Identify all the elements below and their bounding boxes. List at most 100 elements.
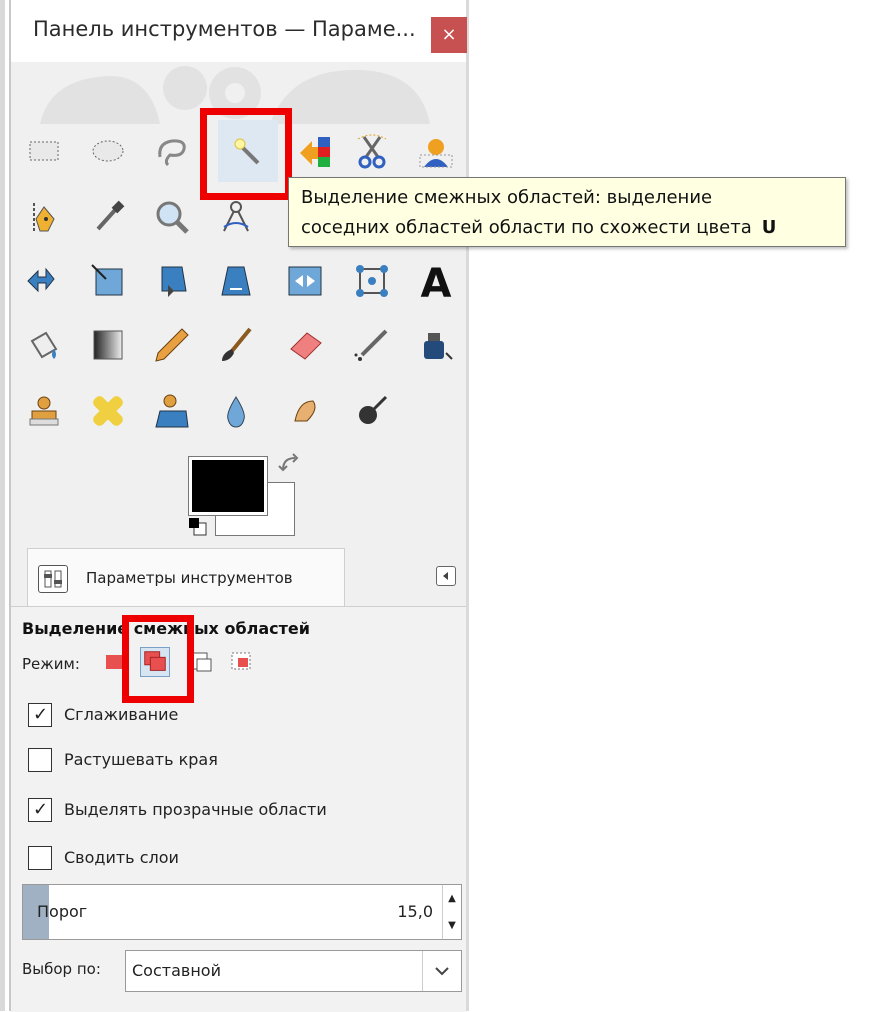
panel-divider[interactable]: [466, 0, 469, 1011]
align-icon: [91, 264, 123, 296]
tool-foreground-select[interactable]: [413, 128, 459, 174]
options-title: Выделение смежных областей: [22, 619, 310, 638]
feather-edges-label: Растушевать края: [64, 750, 218, 769]
tool-eraser[interactable]: [282, 322, 328, 368]
tool-heal[interactable]: [85, 388, 131, 434]
tool-shear[interactable]: [349, 258, 395, 304]
swap-colors-icon[interactable]: [277, 452, 303, 478]
tab-menu-button[interactable]: [436, 566, 456, 586]
measure-icon: [223, 201, 249, 232]
antialiasing-checkbox[interactable]: ✓: [28, 703, 52, 727]
antialiasing-label: Сглаживание: [64, 705, 179, 724]
free-select-icon: [158, 139, 186, 167]
tool-ellipse-select[interactable]: [85, 128, 131, 174]
color-picker-icon: [96, 200, 125, 231]
tool-fuzzy-select[interactable]: [218, 120, 278, 182]
mode-intersect-icon: [231, 652, 251, 670]
tool-text[interactable]: A: [413, 258, 459, 304]
mode-replace-icon: [106, 655, 128, 669]
ellipse-select-icon: [92, 140, 124, 162]
select-by-dropdown[interactable]: Составной: [125, 950, 462, 992]
wilber-logo-icon: [40, 66, 430, 124]
move-icon: [27, 267, 55, 293]
mode-label: Режим:: [22, 655, 80, 673]
mode-intersect-button[interactable]: [228, 647, 258, 677]
default-colors-icon[interactable]: [187, 516, 209, 538]
tool-bucket-fill[interactable]: [21, 322, 67, 368]
close-button[interactable]: ×: [431, 17, 467, 53]
tool-dodge-burn[interactable]: [349, 388, 395, 434]
tool-zoom[interactable]: [149, 194, 195, 240]
tool-color-picker[interactable]: [85, 194, 131, 240]
tool-rotate[interactable]: [213, 258, 259, 304]
window-title: Панель инструментов — Параме...: [33, 17, 416, 41]
tool-clone[interactable]: [21, 388, 67, 434]
mode-subtract-button[interactable]: [185, 647, 215, 677]
mode-subtract-icon: [188, 652, 212, 672]
shear-icon: [356, 265, 388, 297]
dodge-burn-icon: [359, 395, 388, 424]
pencil-icon: [155, 328, 189, 362]
tool-paths[interactable]: [21, 194, 67, 240]
tool-airbrush[interactable]: [349, 322, 395, 368]
select-transparent-checkbox[interactable]: ✓: [28, 798, 52, 822]
tool-pencil[interactable]: [149, 322, 195, 368]
left-window-edge: [0, 0, 5, 1011]
crop-icon: [161, 266, 187, 297]
threshold-up-button[interactable]: ▲: [443, 885, 461, 912]
tool-move[interactable]: [21, 258, 67, 304]
chevron-down-icon: [422, 951, 461, 991]
tool-rect-select[interactable]: [21, 128, 67, 174]
select-transparent-label: Выделять прозрачные области: [64, 800, 327, 819]
smudge-icon: [294, 400, 316, 422]
tool-paintbrush[interactable]: [213, 322, 259, 368]
tool-options-icon: [38, 565, 68, 593]
mode-replace-button[interactable]: [102, 647, 132, 677]
mode-add-button[interactable]: [140, 647, 170, 677]
blur-sharpen-icon: [227, 396, 245, 428]
tool-perspective-clone[interactable]: [149, 388, 195, 434]
eraser-icon: [290, 332, 322, 360]
tooltip-shortcut: U: [761, 217, 777, 238]
svg-text:A: A: [421, 261, 452, 301]
color-select-icon: [300, 137, 330, 167]
tool-measure[interactable]: [213, 194, 259, 240]
foreground-color-swatch[interactable]: [188, 456, 268, 516]
tool-color-select[interactable]: [293, 128, 339, 174]
zoom-icon: [156, 201, 189, 234]
tool-ink[interactable]: [413, 322, 459, 368]
select-by-label: Выбор по:: [22, 960, 101, 978]
ink-icon: [424, 333, 453, 360]
mode-add-icon: [144, 651, 166, 671]
tab-label: Параметры инструментов: [86, 569, 293, 587]
dock-tab-bar: Параметры инструментов: [11, 548, 466, 607]
fuzzy-select-icon: [234, 138, 260, 165]
tab-tool-options[interactable]: Параметры инструментов: [27, 548, 345, 607]
sample-merged-checkbox[interactable]: [28, 846, 52, 870]
tool-blur-sharpen[interactable]: [213, 388, 259, 434]
tool-tooltip: Выделение смежных областей: выделение со…: [288, 177, 846, 247]
threshold-spinscale[interactable]: Порог 15,0 ▲ ▼: [22, 884, 462, 940]
tool-scissors-select[interactable]: [349, 128, 395, 174]
tool-scale[interactable]: [282, 258, 328, 304]
tool-align[interactable]: [85, 258, 131, 304]
feather-edges-checkbox[interactable]: [28, 748, 52, 772]
airbrush-icon: [354, 329, 388, 361]
foreground-select-icon: [419, 139, 453, 168]
threshold-label: Порог: [37, 902, 88, 921]
rotate-icon: [221, 266, 251, 296]
color-area: [185, 452, 305, 542]
tool-gradient[interactable]: [85, 322, 131, 368]
clone-icon: [29, 396, 59, 426]
tooltip-line-2: соседних областей области по схожести цв…: [301, 213, 845, 243]
perspective-clone-icon: [155, 394, 189, 428]
text-icon: A: [421, 261, 452, 301]
tooltip-line-1: Выделение смежных областей: выделение: [301, 187, 713, 208]
paths-icon: [33, 203, 55, 232]
threshold-down-button[interactable]: ▼: [443, 912, 461, 939]
tool-crop[interactable]: [149, 258, 195, 304]
sample-merged-label: Сводить слои: [64, 848, 179, 867]
tool-smudge[interactable]: [282, 388, 328, 434]
tool-free-select[interactable]: [149, 128, 195, 174]
threshold-stepper: ▲ ▼: [442, 885, 461, 939]
